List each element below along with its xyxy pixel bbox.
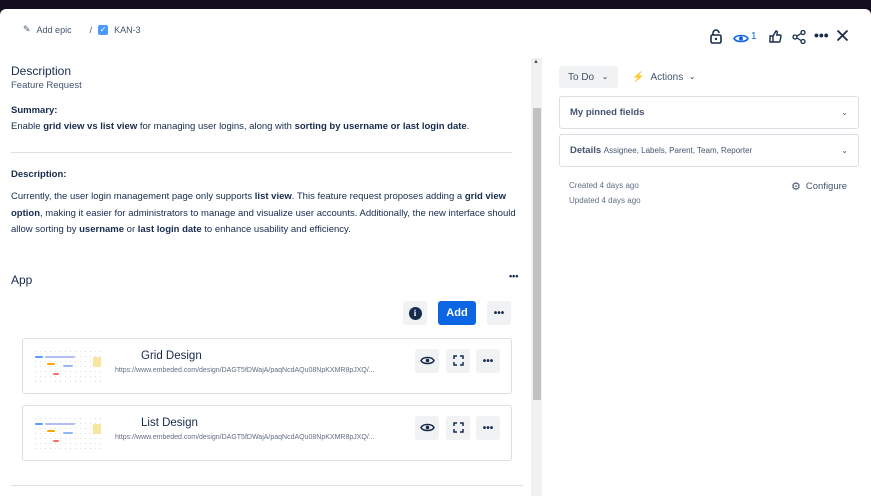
updated-date: Updated 4 days ago [569,196,641,205]
expand-icon [452,421,464,436]
description-label: Description: [11,169,67,180]
description-text: Currently, the user login management pag… [11,189,516,239]
scrollbar-thumb[interactable] [533,108,541,400]
expand-icon [452,354,464,369]
card-more-button[interactable]: ••• [476,349,500,373]
view-button[interactable] [415,416,439,440]
add-epic-link[interactable]: Add epic [37,25,72,35]
app-heading: App [11,273,33,287]
details-fields: Assignee, Labels, Parent, Team, Reporter [603,146,753,155]
divider [11,152,512,153]
pinned-fields-section[interactable]: My pinned fields ⌄ [559,96,859,129]
app-more-button[interactable]: ••• [487,301,511,325]
configure-label: Configure [805,181,848,192]
issue-key-link[interactable]: KAN-3 [114,25,141,35]
add-button[interactable]: Add [438,301,476,325]
text-bold: username [79,224,125,235]
details-section[interactable]: Details Assignee, Labels, Parent, Team, … [559,134,859,167]
eye-icon[interactable] [733,31,749,47]
text-bold: last login date [137,224,202,235]
text-bold: sorting by username or last login date [294,121,467,132]
created-date: Created 4 days ago [569,181,639,190]
app-card[interactable]: Grid Design https://www.embeded.com/desi… [22,338,512,394]
chevron-down-icon: ⌄ [841,108,848,117]
text: to enhance usability and efficiency. [201,224,351,235]
status-label: To Do [568,71,595,83]
scroll-up-arrow-icon[interactable]: ▲ [533,59,539,65]
view-button[interactable] [415,349,439,373]
text-bold: grid view vs list view [43,121,138,132]
card-title[interactable]: Grid Design [141,350,202,362]
text: Enable [11,121,44,132]
actions-label: Actions [650,71,684,83]
design-thumbnail [33,349,103,385]
card-more-button[interactable]: ••• [476,416,500,440]
info-icon: i [408,306,422,320]
text: . [466,121,470,132]
text: Currently, the user login management pag… [11,191,255,202]
chevron-down-icon: ⌄ [841,146,848,155]
app-card[interactable]: List Design https://www.embeded.com/desi… [22,405,512,461]
summary-label: Summary: [11,105,58,116]
task-checkbox-icon: ✓ [98,24,109,35]
text: . This feature request proposes adding a [291,191,465,202]
share-icon[interactable] [792,29,806,47]
divider [11,485,523,486]
eye-icon [419,354,435,369]
summary-text: Enable grid view vs list view for managi… [11,119,521,136]
info-button[interactable]: i [403,301,427,325]
thumbs-up-icon[interactable] [769,30,782,46]
lightning-icon: ⚡ [632,71,645,83]
configure-button[interactable]: ⚙ Configure [791,180,847,193]
text-bold: list view [254,191,292,202]
actions-dropdown[interactable]: ⚡ Actions ⌄ [632,66,695,88]
text: for managing user logins, along with [137,121,295,132]
description-subtitle: Feature Request [11,80,82,91]
details-label: Details [570,145,602,156]
breadcrumb-separator: / [89,24,93,35]
gear-icon: ⚙ [791,181,801,193]
breadcrumb: ✎ Add epic / ✓ KAN-3 [23,24,141,35]
fullscreen-button[interactable] [446,416,470,440]
description-heading: Description [11,64,72,78]
watch-count[interactable]: 1 [751,31,757,42]
eye-icon [419,421,435,436]
chevron-down-icon: ⌄ [602,74,608,81]
app-more-icon[interactable]: ••• [509,271,518,281]
lock-icon[interactable] [710,29,722,47]
card-title[interactable]: List Design [141,417,198,429]
pencil-icon: ✎ [23,24,31,34]
card-url[interactable]: https://www.embeded.com/design/DAGT5fDWa… [115,434,375,441]
text: or [124,224,138,235]
close-icon[interactable] [836,29,849,45]
chevron-down-icon: ⌄ [689,74,696,81]
more-icon[interactable]: ••• [814,27,829,43]
pinned-fields-label: My pinned fields [570,107,645,118]
status-dropdown[interactable]: To Do ⌄ [559,66,618,88]
design-thumbnail [33,416,103,452]
card-url[interactable]: https://www.embeded.com/design/DAGT5fDWa… [115,367,375,374]
fullscreen-button[interactable] [446,349,470,373]
